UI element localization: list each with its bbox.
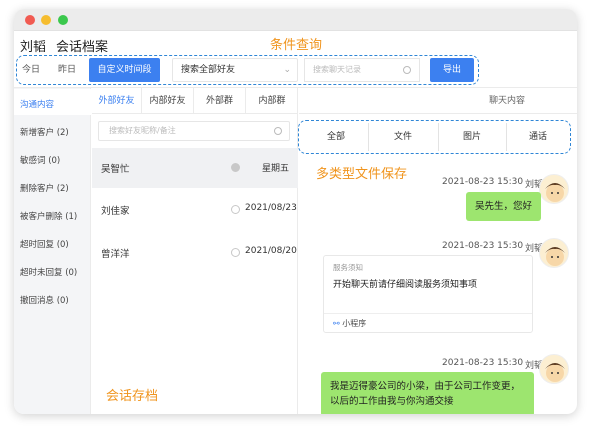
annotation-archive: 会话存档 [106, 389, 159, 404]
user-name: 刘韬 [20, 40, 47, 55]
close-window-button[interactable] [25, 15, 35, 25]
card-footer-label: 小程序 [342, 319, 367, 328]
tab-images[interactable]: 图片 [439, 123, 505, 151]
conversation-name: 曾洋洋 [101, 249, 130, 260]
message-bubble: 我是迈得豪公司的小梁，由于公司工作变更，以后的工作由我与你沟通交接 [321, 372, 534, 414]
conversation-item[interactable]: 吴智忙 星期五 [92, 148, 298, 188]
page-title: 刘韬 会话档案 [20, 36, 118, 55]
sidebar: 沟通内容 新增客户 (2) 敏感词 (0) 删除客户 (2) 被客户删除 (1)… [14, 88, 91, 414]
sidebar-item-sensitive-words[interactable]: 敏感词 (0) [20, 154, 60, 166]
search-icon [403, 66, 411, 74]
tab-internal-groups[interactable]: 内部群 [246, 88, 298, 114]
sidebar-item-deleted-by-customer[interactable]: 被客户删除 (1) [20, 210, 77, 222]
conversation-item[interactable]: 曾洋洋 2021/08/20 [92, 233, 298, 273]
minimize-window-button[interactable] [41, 15, 51, 25]
sidebar-item-recalled-messages[interactable]: 撤回消息 (0) [20, 294, 69, 306]
card-label: 服务须知 [333, 263, 363, 272]
conversation-date: 2021/08/23 [245, 203, 297, 213]
annotation-filetypes: 多类型文件保存 [316, 167, 408, 182]
export-button[interactable]: 导出 [430, 58, 474, 82]
chat-search-placeholder: 搜索聊天记录 [313, 65, 361, 74]
conversation-date: 星期五 [262, 164, 290, 174]
chat-search-input[interactable]: 搜索聊天记录 [304, 58, 420, 82]
conversation-name: 刘佳家 [101, 206, 130, 217]
conversation-list-panel: 外部好友 内部好友 外部群 内部群 搜索好友昵称/备注 吴智忙 星期五 刘佳家 … [92, 88, 298, 414]
filter-today-button[interactable]: 今日 [18, 58, 44, 82]
friend-search-input[interactable]: 搜索好友昵称/备注 [98, 121, 290, 141]
check-icon [231, 205, 240, 214]
tab-files[interactable]: 文件 [369, 123, 437, 151]
message-bubble: 吴先生，您好 [466, 192, 542, 221]
tab-internal-friends[interactable]: 内部好友 [142, 88, 194, 114]
search-icon [274, 127, 282, 135]
module-title: 会话档案 [56, 40, 109, 55]
sidebar-item-new-customers[interactable]: 新增客户 (2) [20, 126, 69, 138]
check-icon [231, 248, 240, 257]
avatar [539, 354, 569, 384]
message-time: 2021-08-23 15:30 [442, 358, 524, 368]
friend-search-placeholder: 搜索好友昵称/备注 [109, 126, 176, 135]
card-footer: ⚯ 小程序 [333, 318, 366, 329]
message-time: 2021-08-23 15:30 [442, 241, 524, 251]
check-icon [231, 163, 240, 172]
conversation-item[interactable]: 刘佳家 2021/08/23 [92, 190, 298, 230]
conversation-date: 2021/08/20 [245, 246, 297, 256]
sidebar-item-timeout-no-reply[interactable]: 超时未回复 (0) [20, 266, 77, 278]
sidebar-item-timeout-reply[interactable]: 超时回复 (0) [20, 238, 69, 250]
chat-header: 聊天内容 [299, 88, 577, 114]
link-icon: ⚯ [333, 319, 340, 328]
maximize-window-button[interactable] [58, 15, 68, 25]
tab-external-groups[interactable]: 外部群 [194, 88, 246, 114]
sidebar-item-deleted-customers[interactable]: 删除客户 (2) [20, 182, 69, 194]
friend-select[interactable]: 搜索全部好友 ⌄ [172, 58, 298, 82]
card-text: 开始聊天前请仔细阅读服务须知事项 [333, 280, 478, 290]
tab-all[interactable]: 全部 [305, 123, 367, 151]
chevron-down-icon: ⌄ [283, 65, 291, 75]
conversation-name: 吴智忙 [101, 164, 130, 175]
sidebar-item-communication[interactable]: 沟通内容 [20, 98, 54, 110]
mini-program-card[interactable]: 服务须知 开始聊天前请仔细阅读服务须知事项 ⚯ 小程序 [323, 255, 533, 333]
filter-bar: 今日 昨日 自定义时间段 搜索全部好友 ⌄ 搜索聊天记录 导出 [14, 58, 577, 84]
annotation-query: 条件查询 [270, 38, 323, 53]
app-window: 刘韬 会话档案 条件查询 今日 昨日 自定义时间段 搜索全部好友 ⌄ 搜索聊天记录… [14, 9, 577, 414]
divider [324, 313, 532, 314]
chat-panel: 聊天内容 全部 文件 图片 通话 多类型文件保存 2021-08-23 15:3… [298, 88, 577, 414]
tab-calls[interactable]: 通话 [507, 123, 569, 151]
message-time: 2021-08-23 15:30 [442, 177, 524, 187]
friend-select-value: 搜索全部好友 [181, 65, 236, 75]
avatar [539, 174, 569, 204]
avatar [539, 238, 569, 268]
title-bar [14, 9, 577, 31]
tab-external-friends[interactable]: 外部好友 [92, 88, 142, 114]
filter-custom-range-button[interactable]: 自定义时间段 [89, 58, 160, 82]
filter-yesterday-button[interactable]: 昨日 [54, 58, 80, 82]
